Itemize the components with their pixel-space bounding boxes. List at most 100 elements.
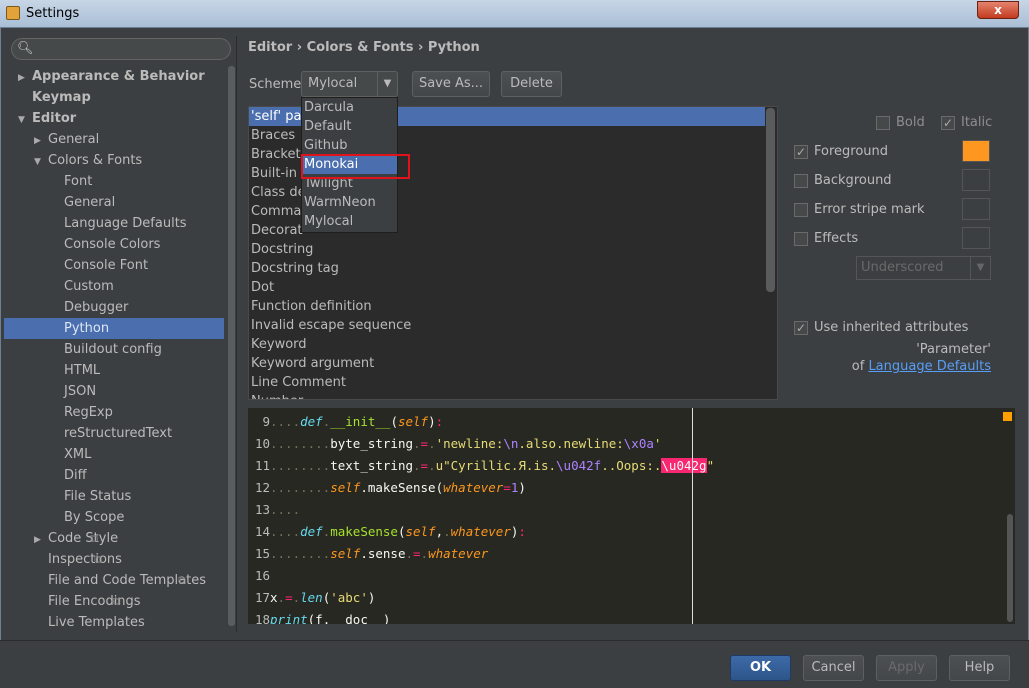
apply-button[interactable]: Apply <box>876 655 937 681</box>
tree-item[interactable]: Inspections ⧉ <box>48 549 122 570</box>
attribute-item[interactable]: Docstring tag <box>249 259 777 278</box>
delete-button[interactable]: Delete <box>501 71 562 97</box>
use-inherited-checkbox[interactable]: ✓ Use inherited attributes <box>794 320 968 335</box>
attribute-item[interactable]: Dot <box>249 278 777 297</box>
tree-item-label: By Scope <box>64 510 125 525</box>
attribute-item[interactable]: Invalid escape sequence <box>249 316 777 335</box>
tree-item[interactable]: reStructuredText <box>64 423 172 444</box>
tree-item[interactable]: JSON <box>64 381 96 402</box>
tree-item[interactable]: Console Colors <box>64 234 160 255</box>
tree-item[interactable]: File Status <box>64 486 131 507</box>
collapsed-arrow-icon[interactable]: ▶ <box>34 530 48 551</box>
tree-scrollbar[interactable] <box>228 66 235 626</box>
tree-item-label: File Status <box>64 489 132 504</box>
error-stripe-marker[interactable] <box>1003 412 1012 421</box>
attribute-list-scrollbar[interactable] <box>766 108 775 292</box>
effects-checkbox[interactable]: Effects <box>794 231 858 246</box>
tree-item[interactable]: ▶ Appearance & Behavior <box>18 66 205 87</box>
foreground-checkbox[interactable]: ✓ Foreground <box>794 144 888 159</box>
tree-item[interactable]: Font <box>64 171 92 192</box>
effect-type-select[interactable]: Underscored ▼ <box>856 256 991 280</box>
tree-item[interactable]: HTML <box>64 360 100 381</box>
scheme-option[interactable]: Darcula <box>302 98 397 117</box>
scheme-option[interactable]: WarmNeon <box>302 193 397 212</box>
tree-item-label: Console Font <box>64 258 149 273</box>
code-preview[interactable]: 9....def.__init__(self): 10........byte_… <box>248 408 1015 624</box>
tree-item[interactable]: Diff <box>64 465 87 486</box>
italic-checkbox[interactable]: ✓ Italic <box>941 115 992 130</box>
tree-item[interactable]: File and Code Templates ⧉ <box>48 570 206 591</box>
code-line: 14....def.makeSense(self,.whatever): <box>254 524 526 539</box>
tree-item[interactable]: Custom <box>64 276 114 297</box>
tree-item[interactable]: By Scope <box>64 507 124 528</box>
tree-item[interactable]: Buildout config <box>64 339 162 360</box>
tree-item-label: Language Defaults <box>64 216 187 231</box>
tree-item-label: HTML <box>64 363 101 378</box>
tree-item-label: Debugger <box>64 300 129 315</box>
attribute-item[interactable]: Keyword argument <box>249 354 777 373</box>
background-color-swatch[interactable] <box>962 169 990 191</box>
ok-button[interactable]: OK <box>730 655 791 681</box>
attribute-item[interactable]: Line Comment <box>249 373 777 392</box>
tree-item[interactable]: Live Templates <box>48 612 145 632</box>
code-line: 9....def.__init__(self): <box>262 414 444 429</box>
help-button[interactable]: Help <box>949 655 1010 681</box>
project-scope-icon: ⧉ <box>178 574 186 587</box>
splitter[interactable] <box>236 36 237 632</box>
chevron-down-icon: ▼ <box>377 72 397 96</box>
tree-item-label: Code Style <box>48 531 119 546</box>
background-checkbox[interactable]: Background <box>794 173 892 188</box>
tree-item[interactable]: File Encodings ⧉ <box>48 591 141 612</box>
tree-item[interactable]: Language Defaults <box>64 213 187 234</box>
search-icon: 🔍︎ <box>17 41 34 56</box>
inherited-attribute-name: 'Parameter' <box>916 342 991 357</box>
tree-item[interactable]: ▶ General <box>34 129 99 150</box>
attribute-item[interactable]: Keyword <box>249 335 777 354</box>
tree-item-label: Diff <box>64 468 87 483</box>
code-line: 18print(f.__doc__) <box>254 612 391 624</box>
code-line: 10........byte_string.=.'newline:\n.also… <box>254 436 662 451</box>
tree-item[interactable]: ▼ Colors & Fonts <box>34 150 142 171</box>
search-input[interactable]: 🔍︎ <box>11 38 231 60</box>
tree-item[interactable]: General <box>64 192 115 213</box>
foreground-color-swatch[interactable] <box>962 140 990 162</box>
error-stripe-checkbox[interactable]: Error stripe mark <box>794 202 925 217</box>
tree-item[interactable]: RegExp <box>64 402 113 423</box>
tree-item-label: JSON <box>64 384 97 399</box>
language-defaults-link[interactable]: Language Defaults <box>868 359 991 374</box>
tree-item-label: Custom <box>64 279 114 294</box>
collapsed-arrow-icon[interactable]: ▶ <box>34 131 48 152</box>
attribute-item[interactable]: Number <box>249 392 777 399</box>
attribute-item[interactable]: Function definition <box>249 297 777 316</box>
tree-item-label: Editor <box>32 111 77 126</box>
tree-item[interactable]: Console Font <box>64 255 148 276</box>
check-icon: ✓ <box>794 144 808 159</box>
close-button[interactable]: x <box>977 1 1019 19</box>
expanded-arrow-icon[interactable]: ▼ <box>18 110 32 131</box>
scheme-option[interactable]: Default <box>302 117 397 136</box>
bold-checkbox[interactable]: Bold <box>876 115 925 130</box>
tree-item[interactable]: Python <box>4 318 224 339</box>
inherited-source: of Language Defaults <box>851 359 991 374</box>
effects-color-swatch[interactable] <box>962 227 990 249</box>
tree-item[interactable]: Debugger <box>64 297 128 318</box>
editor-scrollbar[interactable] <box>1007 514 1013 622</box>
tree-item[interactable]: ▼ Editor <box>18 108 76 129</box>
collapsed-arrow-icon[interactable]: ▶ <box>18 68 32 89</box>
tree-item[interactable]: Keymap <box>32 87 91 108</box>
code-line: 17x.=.len('abc') <box>254 590 376 605</box>
attribute-item[interactable]: Docstring <box>249 240 777 259</box>
save-as-button[interactable]: Save As... <box>412 71 490 97</box>
scheme-option[interactable]: Github <box>302 136 397 155</box>
scheme-option[interactable]: Mylocal <box>302 212 397 231</box>
code-line: 11........text_string.=.u"Cyrillic.Я.is.… <box>254 458 715 473</box>
tree-item-label: General <box>64 195 116 210</box>
expanded-arrow-icon[interactable]: ▼ <box>34 152 48 173</box>
tree-item[interactable]: XML <box>64 444 91 465</box>
scheme-select[interactable]: Mylocal ▼ <box>301 71 398 97</box>
tree-item[interactable]: ▶ Code Style ⧉ <box>34 528 118 549</box>
error-stripe-color-swatch[interactable] <box>962 198 990 220</box>
title-bar: Settings x <box>0 0 1029 28</box>
settings-tree: ▶ Appearance & Behavior Keymap ▼ Editor ▶ Gene… <box>4 66 236 632</box>
cancel-button[interactable]: Cancel <box>803 655 864 681</box>
